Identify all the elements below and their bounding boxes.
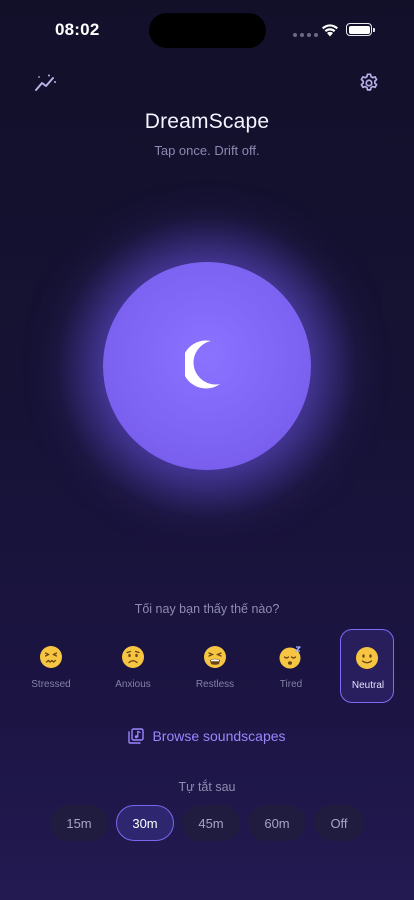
- settings-button[interactable]: [356, 70, 382, 96]
- mood-option-restless[interactable]: Restless: [188, 629, 242, 703]
- mood-selector: Stressed Anxious Restless Tired Neutral: [16, 629, 398, 703]
- mood-question: Tối nay bạn thấy thế nào?: [134, 602, 280, 616]
- stats-button[interactable]: [33, 70, 59, 96]
- browse-soundscapes-label: Browse soundscapes: [152, 728, 286, 744]
- browse-soundscapes-button[interactable]: Browse soundscapes: [0, 728, 414, 744]
- status-time: 08:02: [55, 20, 100, 39]
- sleep-start-button[interactable]: [103, 262, 311, 470]
- battery-icon: [346, 23, 375, 36]
- timer-option-45m[interactable]: 45m: [182, 805, 240, 841]
- mood-option-stressed[interactable]: Stressed: [24, 629, 78, 703]
- mood-label-tired: Tired: [279, 679, 303, 690]
- mood-label-neutral: Neutral: [351, 680, 385, 691]
- timer-option-off[interactable]: Off: [314, 805, 364, 841]
- app-title: DreamScape: [144, 110, 270, 133]
- confounded-face-icon: [24, 645, 78, 671]
- timer-label: Tự tắt sau: [178, 780, 236, 794]
- stats-chart-icon: [35, 74, 56, 91]
- mood-option-neutral[interactable]: Neutral: [340, 629, 394, 703]
- mood-label-restless: Restless: [195, 679, 235, 690]
- sleeping-face-icon: [264, 645, 318, 671]
- cellular-signal-icon: [293, 33, 318, 37]
- gear-icon: [360, 73, 378, 91]
- timer-option-30m[interactable]: 30m: [116, 805, 174, 841]
- slightly-smiling-face-icon: [341, 646, 393, 672]
- timer-option-15m[interactable]: 15m: [50, 805, 108, 841]
- library-music-icon: [128, 728, 145, 744]
- tired-face-icon: [188, 645, 242, 671]
- timer-selector: 15m 30m 45m 60m Off: [0, 805, 414, 841]
- mood-label-anxious: Anxious: [115, 679, 151, 690]
- mood-label-stressed: Stressed: [31, 679, 71, 690]
- timer-option-60m[interactable]: 60m: [248, 805, 306, 841]
- moon-icon: [185, 340, 220, 389]
- app-tagline: Tap once. Drift off.: [154, 143, 260, 158]
- status-bar: 08:02: [0, 0, 414, 60]
- wifi-icon: [322, 24, 338, 37]
- mood-option-tired[interactable]: Tired: [264, 629, 318, 703]
- dynamic-island: [149, 13, 266, 48]
- mood-option-anxious[interactable]: Anxious: [106, 629, 160, 703]
- worried-face-icon: [106, 645, 160, 671]
